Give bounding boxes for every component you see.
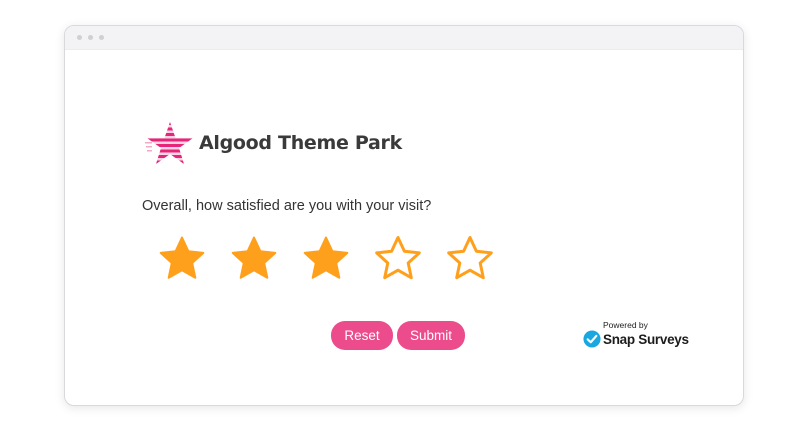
- window-dot-icon: [99, 35, 104, 40]
- window-titlebar: [65, 26, 743, 50]
- checkmark-circle-icon: [583, 330, 601, 348]
- brand-name: Algood Theme Park: [199, 132, 402, 154]
- survey-page: Algood Theme Park Overall, how satisfied…: [65, 50, 743, 405]
- star-outline-icon[interactable]: [443, 232, 497, 286]
- brand-header: Algood Theme Park: [145, 120, 402, 166]
- browser-window: Algood Theme Park Overall, how satisfied…: [64, 25, 744, 406]
- submit-button[interactable]: Submit: [397, 321, 465, 350]
- star-filled-icon[interactable]: [155, 232, 209, 286]
- powered-by-label: Powered by: [603, 320, 648, 330]
- star-rating[interactable]: [155, 232, 497, 286]
- reset-button[interactable]: Reset: [331, 321, 393, 350]
- snap-surveys-logo: Snap Surveys: [583, 330, 689, 348]
- window-dot-icon: [77, 35, 82, 40]
- star-filled-icon[interactable]: [299, 232, 353, 286]
- striped-star-logo-icon: [145, 122, 193, 164]
- provider-name: Snap Surveys: [603, 331, 689, 347]
- question-text: Overall, how satisfied are you with your…: [142, 198, 432, 214]
- window-dot-icon: [88, 35, 93, 40]
- star-outline-icon[interactable]: [371, 232, 425, 286]
- star-filled-icon[interactable]: [227, 232, 281, 286]
